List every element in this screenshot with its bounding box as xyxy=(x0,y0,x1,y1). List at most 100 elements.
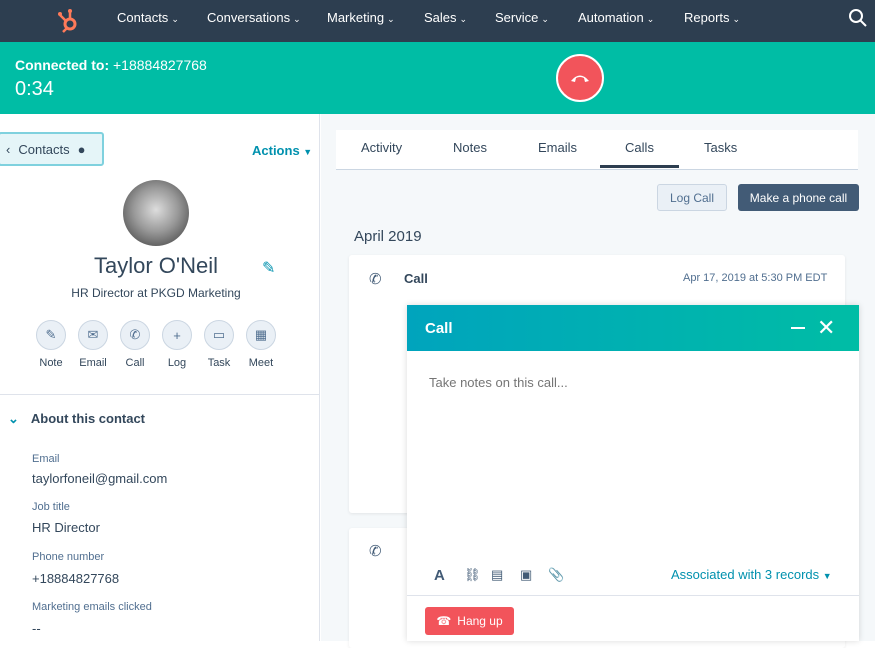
divider xyxy=(407,595,859,596)
phone-icon: ✆ xyxy=(120,320,150,350)
snippet-icon[interactable]: ▤ xyxy=(491,567,503,583)
search-icon[interactable] xyxy=(848,8,868,28)
job-title-value[interactable]: HR Director xyxy=(32,520,100,535)
nav-label: Automation xyxy=(578,10,644,25)
call-notes-modal: Call ✕ A ⛓ ▤ ▣ 📎 Associated with 3 recor… xyxy=(407,305,859,641)
hang-up-label: Hang up xyxy=(457,614,503,628)
nav-label: Contacts xyxy=(117,10,169,25)
task-action[interactable]: ▭ Task xyxy=(204,320,235,369)
nav-contacts[interactable]: Contacts ⌄ xyxy=(117,10,179,25)
attachment-icon[interactable]: 📎 xyxy=(548,567,564,583)
calendar-icon: ▦ xyxy=(246,320,276,350)
edit-pencil-icon[interactable]: ✎ xyxy=(262,258,275,278)
tab-calls[interactable]: Calls xyxy=(600,140,679,168)
marketing-clicks-value: -- xyxy=(32,621,41,636)
nav-label: Conversations xyxy=(207,10,291,25)
log-action[interactable]: + Log xyxy=(162,320,193,369)
nav-sales[interactable]: Sales ⌄ xyxy=(424,10,467,25)
back-to-contacts-button[interactable]: ‹ Contacts ● xyxy=(0,132,104,166)
chevron-down-icon: ⌄ xyxy=(387,14,395,24)
caret-down-icon: ▼ xyxy=(303,147,313,157)
modal-title: Call xyxy=(425,320,453,337)
make-phone-call-button[interactable]: Make a phone call xyxy=(738,184,859,211)
nav-service[interactable]: Service ⌄ xyxy=(495,10,549,25)
card-title: Call xyxy=(404,271,428,286)
person-icon: ● xyxy=(77,141,86,157)
actions-dropdown[interactable]: Actions ▼ xyxy=(252,143,312,158)
actions-label: Actions xyxy=(252,143,300,158)
phone-number: +18884827768 xyxy=(113,57,207,73)
quick-actions: ✎ Note ✉ Email ✆ Call + Log ▭ Task ▦ Meet xyxy=(36,320,277,369)
card-timestamp: Apr 17, 2019 at 5:30 PM EDT xyxy=(683,272,828,284)
nav-label: Marketing xyxy=(327,10,385,25)
phone-icon: ✆ xyxy=(369,271,382,288)
tab-emails[interactable]: Emails xyxy=(538,140,577,155)
link-icon[interactable]: ⛓ xyxy=(464,567,481,583)
chevron-left-icon: ‹ xyxy=(6,141,11,157)
meet-action[interactable]: ▦ Meet xyxy=(246,320,277,369)
task-icon: ▭ xyxy=(204,320,234,350)
hang-up-button[interactable]: ☎ Hang up xyxy=(425,607,514,635)
tab-notes[interactable]: Notes xyxy=(453,140,487,155)
nav-conversations[interactable]: Conversations ⌄ xyxy=(207,10,301,25)
about-section-toggle[interactable]: ⌄ About this contact xyxy=(8,411,145,427)
call-timer: 0:34 xyxy=(15,78,54,100)
back-label: Contacts xyxy=(18,141,70,157)
contact-subtitle: HR Director at PKGD Marketing xyxy=(71,286,241,300)
modal-header: Call ✕ xyxy=(407,305,859,351)
phone-icon: ✆ xyxy=(369,543,382,560)
field-label: Job title xyxy=(32,501,70,513)
connected-to: Connected to: +18884827768 xyxy=(15,57,207,73)
log-call-button[interactable]: Log Call xyxy=(657,184,727,211)
top-nav: Contacts ⌄ Conversations ⌄ Marketing ⌄ Sale… xyxy=(0,0,875,42)
divider xyxy=(0,394,320,395)
month-header: April 2019 xyxy=(354,228,422,245)
chevron-down-icon: ⌄ xyxy=(541,14,549,24)
note-icon: ✎ xyxy=(36,320,66,350)
chevron-down-icon: ⌄ xyxy=(8,411,19,426)
timeline-tabs: Activity Notes Emails Calls Tasks xyxy=(336,130,858,170)
call-notes-input[interactable] xyxy=(429,375,829,390)
chevron-down-icon: ⌄ xyxy=(171,14,179,24)
close-icon[interactable]: ✕ xyxy=(817,315,835,341)
plus-icon: + xyxy=(162,320,192,350)
image-icon[interactable]: ▣ xyxy=(520,567,532,583)
nav-marketing[interactable]: Marketing ⌄ xyxy=(327,10,395,25)
action-label: Note xyxy=(39,357,63,369)
email-icon: ✉ xyxy=(78,320,108,350)
nav-automation[interactable]: Automation ⌄ xyxy=(578,10,654,25)
avatar xyxy=(123,180,189,246)
associated-label: Associated with 3 records xyxy=(671,567,820,582)
action-label: Task xyxy=(207,357,231,369)
chevron-down-icon: ⌄ xyxy=(293,14,301,24)
nav-reports[interactable]: Reports ⌄ xyxy=(684,10,740,25)
field-label: Marketing emails clicked xyxy=(32,601,152,613)
action-label: Meet xyxy=(248,357,274,369)
field-label: Email xyxy=(32,453,60,465)
action-label: Call xyxy=(125,357,145,369)
end-call-button[interactable] xyxy=(556,54,604,102)
email-value[interactable]: taylorfoneil@gmail.com xyxy=(32,471,167,486)
nav-label: Reports xyxy=(684,10,730,25)
action-label: Email xyxy=(79,357,107,369)
hang-up-icon: ☎ xyxy=(436,614,452,628)
nav-label: Service xyxy=(495,10,539,25)
tab-activity[interactable]: Activity xyxy=(361,140,402,155)
phone-value[interactable]: +18884827768 xyxy=(32,571,119,586)
hubspot-logo-icon[interactable] xyxy=(56,6,80,34)
note-action[interactable]: ✎ Note xyxy=(36,320,67,369)
caret-down-icon: ▼ xyxy=(822,571,832,581)
nav-label: Sales xyxy=(424,10,457,25)
call-action[interactable]: ✆ Call xyxy=(120,320,151,369)
field-label: Phone number xyxy=(32,551,105,563)
email-action[interactable]: ✉ Email xyxy=(78,320,109,369)
about-title: About this contact xyxy=(30,411,146,426)
tab-tasks[interactable]: Tasks xyxy=(704,140,737,155)
text-format-icon[interactable]: A xyxy=(434,567,445,584)
call-bar xyxy=(0,42,875,114)
hang-up-icon xyxy=(571,75,589,82)
chevron-down-icon: ⌄ xyxy=(732,14,741,24)
chevron-down-icon: ⌄ xyxy=(646,14,655,24)
minimize-icon[interactable] xyxy=(791,327,805,329)
associated-records-dropdown[interactable]: Associated with 3 records ▼ xyxy=(671,567,832,582)
